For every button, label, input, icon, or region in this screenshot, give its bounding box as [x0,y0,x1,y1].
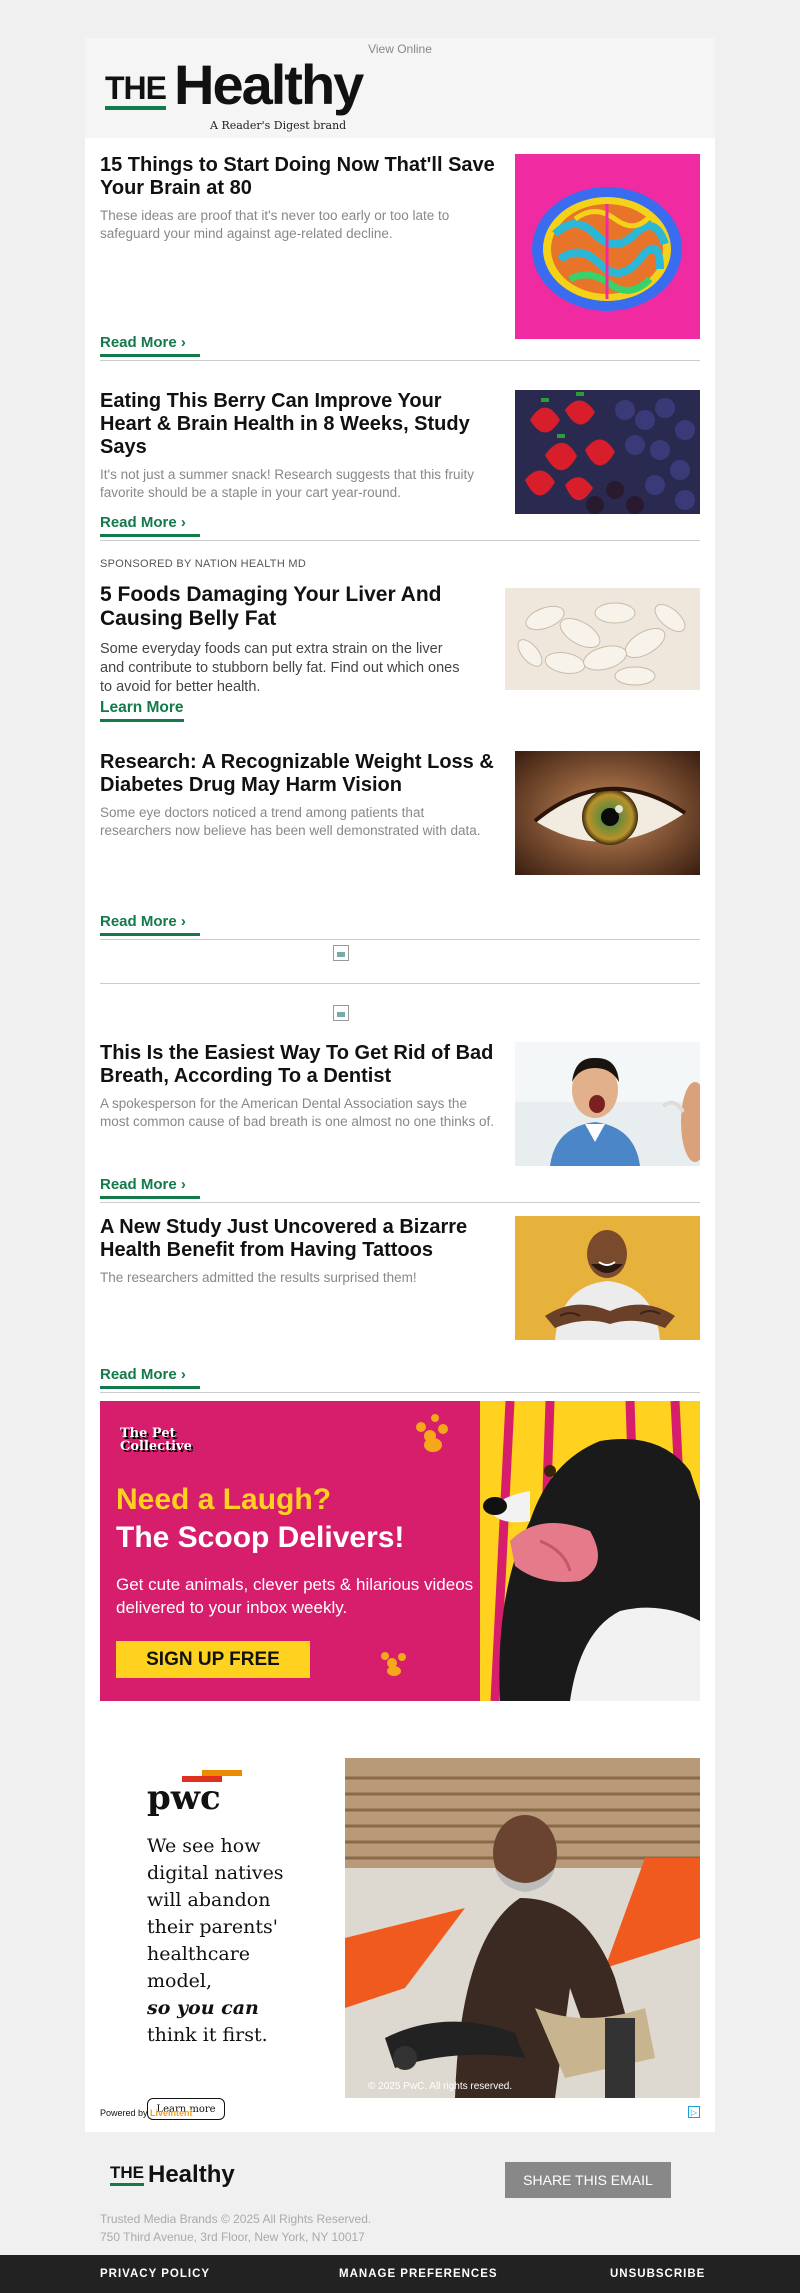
article-card: A New Study Just Uncovered a Bizarre Hea… [100,1216,700,1406]
footer-address: 750 Third Avenue, 3rd Floor, New York, N… [100,2230,365,2244]
article-title[interactable]: Eating This Berry Can Improve Your Heart… [100,390,495,459]
liveintent-logo: LiveIntent [150,2108,193,2118]
sign-up-free-button[interactable]: SIGN UP FREE [116,1641,310,1678]
article-description: It's not just a summer snack! Research s… [100,467,474,500]
article-title[interactable]: A New Study Just Uncovered a Bizarre Hea… [100,1216,495,1262]
divider [100,1392,700,1393]
divider [100,360,700,361]
adchoices-icon[interactable]: ▷ [688,2106,700,2118]
bottom-bar: PRIVACY POLICY MANAGE PREFERENCES UNSUBS… [0,2255,800,2293]
article-card: Research: A Recognizable Weight Loss & D… [100,751,700,941]
pwc-line: so you can [147,1997,259,2019]
the-healthy-logo[interactable]: THE Healthy [105,53,364,116]
pwc-line: will abandon [147,1889,271,1911]
pwc-line: model, [147,1970,212,1992]
divider [100,983,700,984]
berries-image[interactable] [515,390,700,514]
sponsored-card: SPONSORED BY NATION HEALTH MD 5 Foods Da… [100,558,700,748]
pet-collective-logo: The Pet Collective [120,1427,192,1453]
divider [100,939,700,940]
email-header: View Online THE Healthy A Reader's Diges… [85,38,715,138]
article-card: Eating This Berry Can Improve Your Heart… [100,390,700,541]
read-more-link[interactable]: Read More › [100,514,200,537]
read-more-link[interactable]: Read More › [100,334,200,357]
powered-by: Powered by LiveIntent [100,2108,193,2118]
dentist-image[interactable] [515,1042,700,1166]
article-card: This Is the Easiest Way To Get Rid of Ba… [100,1042,700,1232]
privacy-policy-link[interactable]: PRIVACY POLICY [100,2268,210,2280]
article-title[interactable]: This Is the Easiest Way To Get Rid of Ba… [100,1042,495,1088]
read-more-link[interactable]: Read More › [100,1366,200,1389]
article-description: Some eye doctors noticed a trend among p… [100,805,481,838]
read-more-link[interactable]: Read More › [100,1176,200,1199]
pwc-line: healthcare [147,1943,251,1965]
learn-more-link[interactable]: Learn More [100,699,184,722]
sponsored-description: Some everyday foods can put extra strain… [100,641,460,695]
article-text: Research: A Recognizable Weight Loss & D… [100,751,495,840]
pet-headline-1: Need a Laugh? [116,1483,332,1516]
pet-body-text: Get cute animals, clever pets & hilariou… [116,1575,474,1617]
footer-info: Trusted Media Brands © 2025 All Rights R… [100,2210,371,2246]
manage-preferences-link[interactable]: MANAGE PREFERENCES [339,2268,498,2280]
pet-headline-2: The Scoop Delivers! [116,1521,405,1554]
sponsor-label: SPONSORED BY NATION HEALTH MD [100,558,307,570]
powered-by-label: Powered by [100,2108,148,2118]
eye-image[interactable] [515,751,700,875]
pwc-line: their parents' [147,1916,278,1938]
unsubscribe-link[interactable]: UNSUBSCRIBE [610,2268,705,2280]
tattoo-man-image[interactable] [515,1216,700,1340]
sponsored-title[interactable]: 5 Foods Damaging Your Liver And Causing … [100,583,470,631]
article-text: A New Study Just Uncovered a Bizarre Hea… [100,1216,495,1287]
pwc-line: think it first. [147,2024,268,2046]
footer-logo[interactable]: THE Healthy [110,2161,235,2189]
share-email-button[interactable]: SHARE THIS EMAIL [505,2162,671,2198]
pwc-ad[interactable]: pwc We see how digital natives will aban… [100,1758,700,2120]
article-text: Eating This Berry Can Improve Your Heart… [100,390,495,502]
broken-image-icon [333,945,349,961]
pet-brand-line2: Collective [120,1439,192,1454]
article-text: 15 Things to Start Doing Now That'll Sav… [100,154,495,243]
article-text: This Is the Easiest Way To Get Rid of Ba… [100,1042,495,1131]
pwc-message: We see how digital natives will abandon … [147,1833,284,2049]
logo-healthy: Healthy [174,53,364,116]
article-description: A spokesperson for the American Dental A… [100,1096,494,1129]
pwc-brand-text: pwc [147,1778,221,1818]
logo-the: THE [105,72,167,111]
divider [100,540,700,541]
email-container: View Online THE Healthy A Reader's Diges… [85,38,715,2132]
sponsored-food-image[interactable] [505,588,700,690]
read-more-link[interactable]: Read More › [100,913,200,936]
logo-subtitle: A Reader's Digest brand [210,119,347,132]
divider [100,1202,700,1203]
broken-image-icon [333,1005,349,1021]
article-card: 15 Things to Start Doing Now That'll Sav… [100,154,700,366]
brain-scan-image[interactable] [515,154,700,339]
pwc-line: We see how [147,1835,261,1857]
sponsored-text: 5 Foods Damaging Your Liver And Causing … [100,583,470,722]
footer-logo-healthy: Healthy [148,2161,235,2189]
pet-collective-ad[interactable]: The Pet Collective Need a Laugh? The Sco… [100,1401,700,1701]
article-title[interactable]: Research: A Recognizable Weight Loss & D… [100,751,495,797]
article-title[interactable]: 15 Things to Start Doing Now That'll Sav… [100,154,495,200]
pwc-copyright: © 2025 PwC. All rights reserved. [368,2081,513,2092]
pwc-line: digital natives [147,1862,284,1884]
pwc-man-cycling-image [345,1758,700,2098]
footer-logo-the: THE [110,2163,144,2186]
article-description: These ideas are proof that it's never to… [100,208,450,241]
footer-company: Trusted Media Brands © 2025 All Rights R… [100,2212,372,2226]
article-description: The researchers admitted the results sur… [100,1270,417,1285]
